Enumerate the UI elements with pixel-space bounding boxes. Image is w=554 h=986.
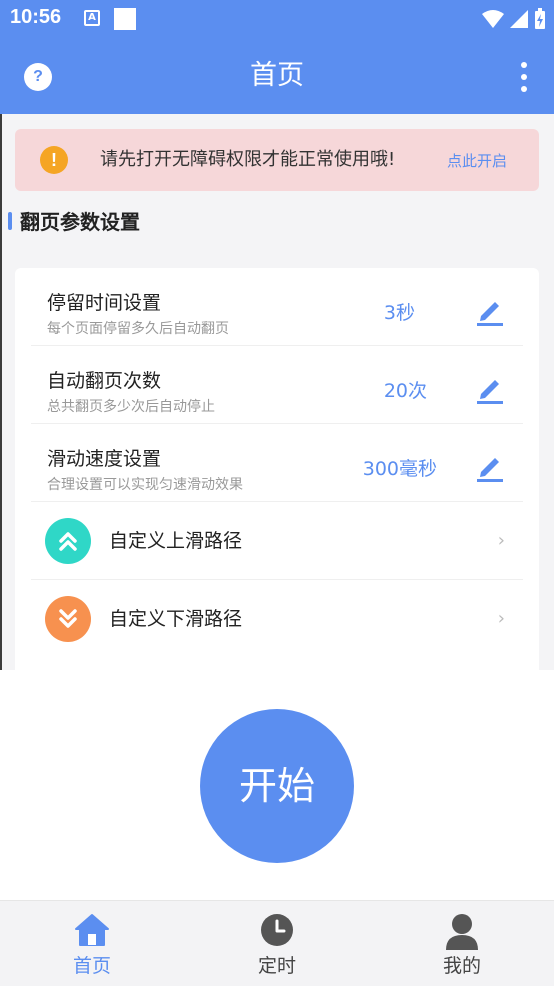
accessibility-notification-icon: A [84,10,100,26]
tab-profile[interactable]: 我的 [370,901,554,986]
status-bar: 10:56 A [0,0,554,38]
setting-row-dwell-time[interactable]: 停留时间设置 每个页面停留多久后自动翻页 3秒 [31,268,523,346]
setting-row-page-count[interactable]: 自动翻页次数 总共翻页多少次后自动停止 20次 [31,346,523,424]
chevron-right-icon: › [497,530,505,551]
path-label: 自定义上滑路径 [109,530,243,552]
permission-alert: ! 请先打开无障碍权限才能正常使用哦! 点此开启 [15,129,539,191]
setting-title: 滑动速度设置 [47,448,162,470]
warning-icon: ! [40,146,68,174]
tab-home[interactable]: 首页 [0,901,184,986]
section-title: 翻页参数设置 [20,210,140,234]
setting-row-scroll-speed[interactable]: 滑动速度设置 合理设置可以实现匀速滑动效果 300毫秒 [31,424,523,502]
tab-label: 首页 [72,955,111,977]
page-title: 首页 [250,60,304,91]
wifi-icon [482,10,504,28]
enable-permission-link[interactable]: 点此开启 [447,150,507,172]
setting-subtitle: 每个页面停留多久后自动翻页 [47,321,229,337]
setting-value: 300毫秒 [362,458,437,480]
tab-label: 定时 [257,955,296,977]
custom-swipe-up-path[interactable]: 自定义上滑路径 › [31,502,523,580]
tab-label: 我的 [442,955,481,977]
more-options-icon[interactable] [520,62,528,92]
double-chevron-up-icon [45,518,91,564]
person-icon [446,914,478,950]
window-edge [0,114,2,670]
custom-swipe-down-path[interactable]: 自定义下滑路径 › [31,580,523,658]
start-area: 开始 [0,670,554,900]
setting-value: 20次 [383,380,427,402]
signal-icon [510,10,528,28]
status-icons [482,8,546,30]
app-bar: ? 首页 [0,38,554,114]
edit-icon[interactable] [477,374,503,404]
tab-timer[interactable]: 定时 [185,901,369,986]
notification-square-icon [114,8,136,30]
chevron-right-icon: › [497,608,505,629]
section-accent-bar [8,212,12,230]
bottom-nav: 首页 定时 我的 [0,900,554,986]
settings-card: 停留时间设置 每个页面停留多久后自动翻页 3秒 自动翻页次数 总共翻页多少次后自… [15,268,539,688]
clock-icon [261,914,293,946]
home-icon [75,914,109,946]
setting-subtitle: 总共翻页多少次后自动停止 [47,399,215,415]
setting-title: 停留时间设置 [47,292,162,314]
double-chevron-down-icon [45,596,91,642]
setting-value: 3秒 [383,302,415,324]
battery-icon [535,8,545,29]
path-label: 自定义下滑路径 [109,608,243,630]
setting-title: 自动翻页次数 [47,370,162,392]
edit-icon[interactable] [477,452,503,482]
setting-subtitle: 合理设置可以实现匀速滑动效果 [47,477,243,493]
alert-message: 请先打开无障碍权限才能正常使用哦! [100,149,396,170]
edit-icon[interactable] [477,296,503,326]
status-time: 10:56 [10,6,62,28]
main-content: ! 请先打开无障碍权限才能正常使用哦! 点此开启 翻页参数设置 停留时间设置 每… [0,114,554,688]
start-button[interactable]: 开始 [200,709,354,863]
